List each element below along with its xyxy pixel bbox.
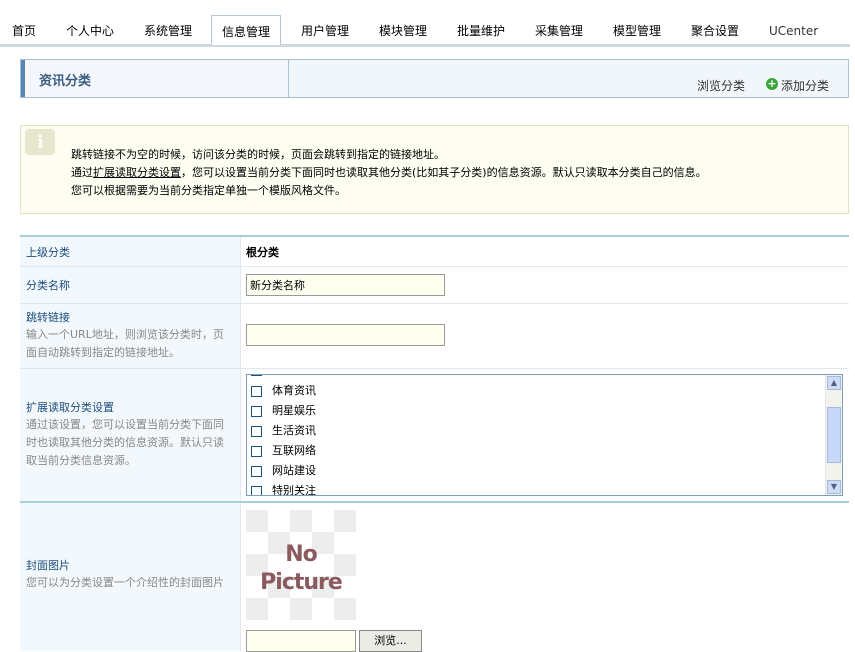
tip-line-3: 您可以根据需要为当前分类指定单独一个模版风格文件。	[71, 184, 346, 197]
parent-category-label: 上级分类	[26, 246, 70, 259]
checkbox[interactable]	[251, 405, 262, 417]
nav-item-models[interactable]: 模型管理	[613, 22, 661, 39]
cover-image-desc: 您可以为分类设置一个介绍性的封面图片	[26, 576, 224, 589]
redirect-link-label: 跳转链接	[26, 311, 70, 324]
list-item[interactable]: 体育资讯	[251, 382, 316, 400]
redirect-link-desc: 输入一个URL地址，则浏览该分类时，页面自动跳转到指定的链接地址。	[26, 328, 224, 359]
extend-category-label-cell: 扩展读取分类设置 通过该设置，您可以设置当前分类下面同时也读取其他分类的信息资源…	[20, 369, 241, 501]
nav-item-personal[interactable]: 个人中心	[66, 22, 114, 39]
add-category-link[interactable]: 添加分类	[781, 77, 829, 94]
extend-category-list[interactable]: — — 体育资讯 明星娱乐 生活资讯 互联网络 网站建设 特别关注 ▲ ▼	[246, 374, 843, 496]
nav-item-info[interactable]: 信息管理	[211, 15, 282, 45]
checkbox[interactable]	[251, 465, 262, 477]
nav-item-aggregate[interactable]: 聚合设置	[691, 22, 739, 39]
cover-image-label-cell: 封面图片 您可以为分类设置一个介绍性的封面图片	[20, 503, 241, 651]
add-icon[interactable]: +	[766, 78, 778, 90]
checkbox[interactable]	[251, 485, 262, 495]
no-picture-text-1: No	[285, 542, 318, 567]
browse-category-link[interactable]: 浏览分类	[697, 77, 745, 94]
list-item[interactable]: 生活资讯	[251, 422, 316, 440]
checkbox[interactable]	[251, 385, 262, 397]
checkbox[interactable]	[251, 375, 262, 376]
scroll-thumb[interactable]	[827, 407, 841, 463]
extend-category-desc: 通过该设置，您可以设置当前分类下面同时也读取其他分类的信息资源。默认只读取当前分…	[26, 418, 224, 467]
info-icon: i	[25, 129, 55, 155]
nav-item-home[interactable]: 首页	[12, 22, 36, 39]
list-item[interactable]: 特别关注	[251, 482, 316, 496]
checkbox[interactable]	[251, 445, 262, 457]
redirect-link-row: 跳转链接 输入一个URL地址，则浏览该分类时，页面自动跳转到指定的链接地址。	[20, 304, 849, 369]
option-label: 互联网络	[272, 444, 316, 457]
cover-image-label: 封面图片	[26, 559, 70, 572]
parent-category-value: 根分类	[246, 246, 279, 259]
tip-line-2: 通过扩展读取分类设置，您可以设置当前分类下面同时也读取其他分类(比如其子分类)的…	[71, 164, 707, 180]
category-form: 上级分类 根分类 分类名称 跳转链接 输入一个URL地址，则浏览该分类时，页面自…	[20, 235, 849, 652]
redirect-link-label-cell: 跳转链接 输入一个URL地址，则浏览该分类时，页面自动跳转到指定的链接地址。	[20, 304, 241, 368]
parent-category-row: 上级分类 根分类	[20, 237, 849, 267]
list-item[interactable]: 明星娱乐	[251, 402, 316, 420]
category-name-label: 分类名称	[26, 279, 70, 292]
scroll-down-icon[interactable]: ▼	[827, 480, 841, 494]
section-title-box: 资讯分类	[21, 60, 289, 97]
extend-category-row: 扩展读取分类设置 通过该设置，您可以设置当前分类下面同时也读取其他分类的信息资源…	[20, 369, 849, 503]
list-item[interactable]: 互联网络	[251, 442, 316, 460]
option-label: 网站建设	[272, 464, 316, 477]
no-picture-text-2: Picture	[260, 570, 343, 595]
tip-line-2-prefix: 通过	[71, 166, 93, 179]
scroll-up-icon[interactable]: ▲	[827, 376, 841, 390]
list-scrollbar[interactable]: ▲ ▼	[825, 375, 842, 495]
no-picture-placeholder: No Picture	[246, 510, 356, 630]
list-item[interactable]: 网站建设	[251, 462, 316, 480]
page-title: 资讯分类	[39, 74, 92, 89]
nav-item-users[interactable]: 用户管理	[301, 22, 349, 39]
tip-line-1: 跳转链接不为空的时候，访问该分类的时候，页面会跳转到指定的链接地址。	[71, 148, 445, 161]
category-name-label-cell: 分类名称	[20, 267, 241, 303]
cover-image-row: 封面图片 您可以为分类设置一个介绍性的封面图片 No Picture 浏览...	[20, 503, 849, 652]
category-name-input[interactable]	[246, 274, 445, 296]
section-header: 资讯分类 浏览分类 + 添加分类	[20, 59, 849, 98]
top-nav: 首页 个人中心 系统管理 信息管理 用户管理 模块管理 批量维护 采集管理 模型…	[0, 0, 855, 48]
nav-item-modules[interactable]: 模块管理	[379, 22, 427, 39]
nav-item-batch[interactable]: 批量维护	[457, 22, 505, 39]
option-label: 特别关注	[272, 484, 316, 496]
option-label: 生活资讯	[272, 424, 316, 437]
nav-item-system[interactable]: 系统管理	[144, 22, 192, 39]
tip-line-2-suffix: ，您可以设置当前分类下面同时也读取其他分类(比如其子分类)的信息资源。默认只读取…	[181, 166, 707, 179]
checkbox[interactable]	[251, 425, 262, 437]
option-label: 体育资讯	[272, 384, 316, 397]
tip-box: i 跳转链接不为空的时候，访问该分类的时候，页面会跳转到指定的链接地址。 通过扩…	[20, 125, 849, 214]
category-name-row: 分类名称	[20, 267, 849, 304]
redirect-link-input[interactable]	[246, 324, 445, 346]
nav-divider	[0, 44, 850, 47]
option-label: 明星娱乐	[272, 404, 316, 417]
extend-category-label: 扩展读取分类设置	[26, 401, 114, 414]
list-item[interactable]: — —	[251, 375, 298, 381]
extend-setting-link[interactable]: 扩展读取分类设置	[93, 166, 181, 179]
nav-item-ucenter[interactable]: UCenter	[769, 24, 818, 38]
parent-category-label-cell: 上级分类	[20, 237, 241, 266]
nav-item-collect[interactable]: 采集管理	[535, 22, 583, 39]
